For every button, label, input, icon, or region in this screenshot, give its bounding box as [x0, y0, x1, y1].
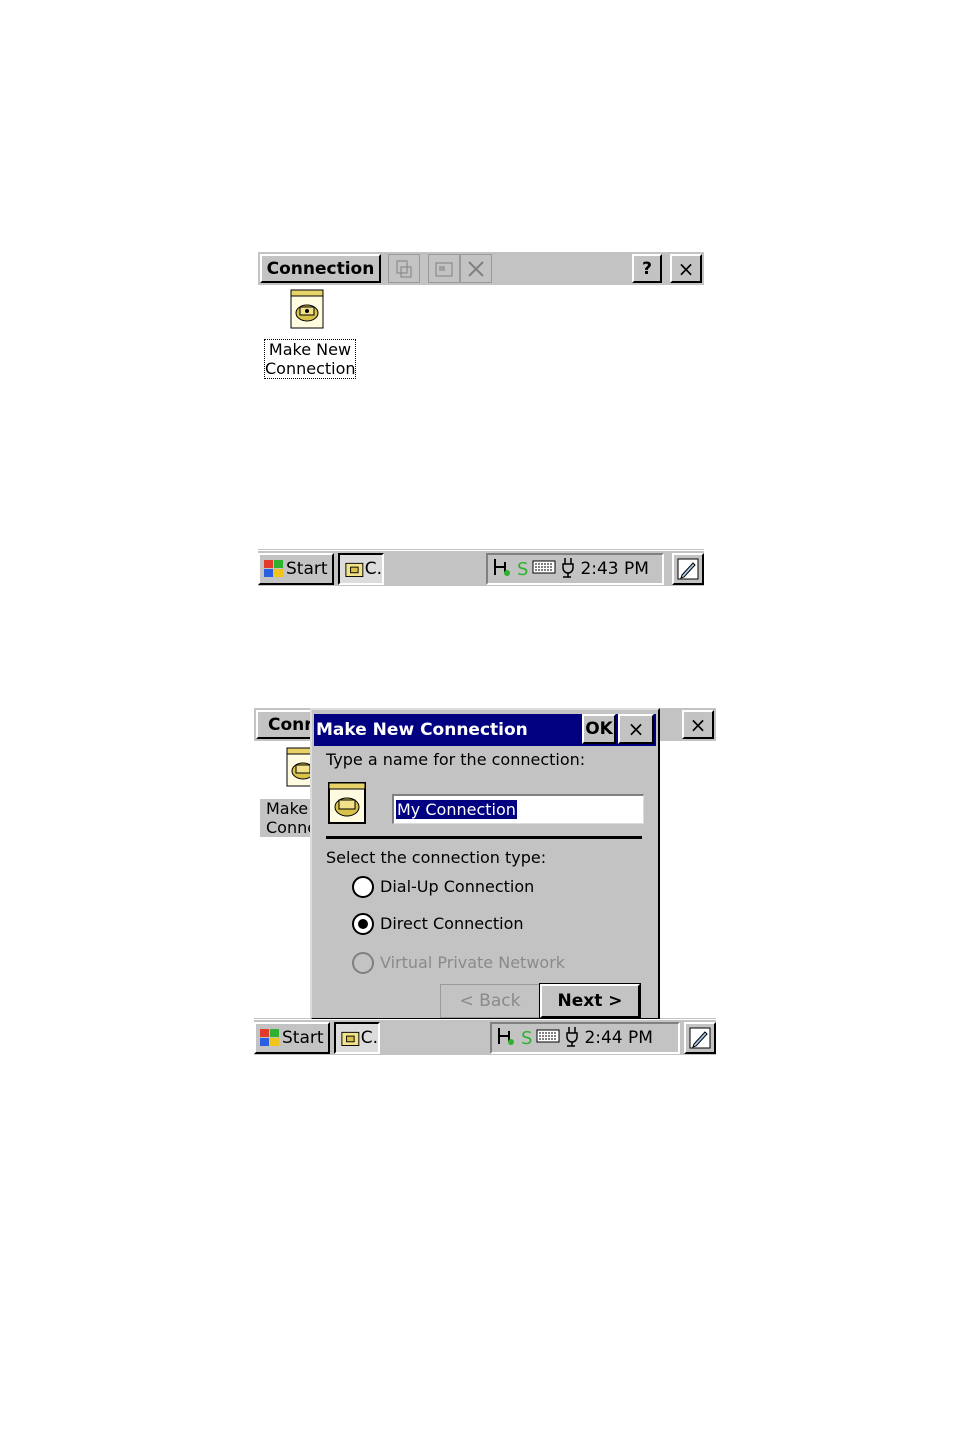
clock[interactable]: 2:43 PM	[580, 559, 649, 579]
tray-s-icon[interactable]: S	[517, 559, 528, 580]
folder-content: Make New Connection	[258, 285, 704, 549]
make-new-connection-dialog: Make New Connection OK × Type a name for…	[310, 708, 660, 1020]
next-label: Next >	[557, 991, 623, 1011]
radio-dial-up[interactable]	[352, 876, 374, 898]
divider	[326, 836, 642, 839]
screenshot-make-new-connection-dialog: Conr × Make Conne Make New Connection OK	[254, 708, 716, 1055]
radio-label-dial-up[interactable]: Dial-Up Connection	[380, 877, 534, 896]
command-bar: Connection ? ×	[258, 252, 704, 285]
delete-icon[interactable]	[460, 254, 492, 283]
task-button-connection[interactable]: C.	[334, 1022, 380, 1054]
icon-label-line1: Make New	[268, 340, 352, 359]
pen-icon	[689, 1027, 711, 1049]
close-icon: ×	[627, 717, 645, 741]
start-label: Start	[282, 1028, 324, 1048]
keyboard-icon[interactable]	[536, 1028, 560, 1048]
dialog-title: Make New Connection	[316, 720, 528, 740]
screenshot-connection-folder: Connection ? × Make New Connection Start…	[258, 252, 704, 586]
system-tray: S 2:43 PM	[486, 553, 664, 585]
app-title-button[interactable]: Conr	[256, 710, 316, 739]
taskbar: Start C. S 2:43 PM	[258, 550, 704, 586]
power-plug-icon[interactable]	[564, 1025, 580, 1052]
radio-label-vpn[interactable]: Virtual Private Network	[380, 953, 565, 972]
type-prompt: Select the connection type:	[326, 848, 547, 867]
task-button-connection[interactable]: C.	[338, 553, 384, 585]
close-icon: ×	[689, 712, 707, 737]
phone-folder-icon	[345, 562, 364, 578]
help-label: ?	[642, 258, 652, 279]
taskbar: Start C. S 2:44 PM	[254, 1019, 716, 1055]
start-button[interactable]: Start	[258, 553, 334, 585]
close-button[interactable]: ×	[682, 710, 714, 739]
start-button[interactable]: Start	[254, 1022, 330, 1054]
input-panel-button[interactable]	[684, 1022, 716, 1054]
connection-name-input[interactable]: My Connection	[392, 794, 644, 824]
task-label: C.	[364, 559, 382, 579]
app-title: Conr	[268, 714, 313, 735]
back-button[interactable]: < Back	[440, 984, 540, 1018]
close-button[interactable]: ×	[670, 254, 702, 283]
phone-folder-icon[interactable]	[288, 287, 328, 335]
name-prompt: Type a name for the connection:	[326, 750, 586, 769]
system-tray: S 2:44 PM	[490, 1022, 680, 1054]
dialog-close-button[interactable]: ×	[618, 714, 654, 744]
connect-icon[interactable]	[388, 254, 420, 283]
next-button[interactable]: Next >	[539, 983, 641, 1019]
clock[interactable]: 2:44 PM	[584, 1028, 653, 1048]
app-title: Connection	[266, 258, 375, 279]
network-icon[interactable]	[491, 556, 513, 583]
connection-name-value: My Connection	[396, 800, 517, 819]
back-label: < Back	[459, 991, 521, 1011]
input-panel-button[interactable]	[672, 553, 704, 585]
app-title-button[interactable]: Connection	[260, 254, 381, 283]
windows-flag-icon	[260, 1029, 279, 1046]
task-label: C.	[360, 1028, 378, 1048]
icon-label-line2: Connection	[265, 359, 356, 378]
phone-folder-icon	[341, 1031, 360, 1047]
radio-direct[interactable]	[352, 913, 374, 935]
windows-flag-icon	[264, 560, 283, 577]
make-new-connection-label[interactable]: Make New Connection	[264, 339, 356, 379]
keyboard-icon[interactable]	[532, 559, 556, 579]
radio-label-direct[interactable]: Direct Connection	[380, 914, 524, 933]
properties-icon[interactable]	[428, 254, 460, 283]
tray-s-icon[interactable]: S	[521, 1028, 532, 1049]
help-button[interactable]: ?	[632, 254, 662, 283]
close-icon: ×	[677, 256, 695, 281]
pen-icon	[677, 558, 699, 580]
network-icon[interactable]	[495, 1025, 517, 1052]
ok-button[interactable]: OK	[582, 714, 616, 744]
power-plug-icon[interactable]	[560, 556, 576, 583]
start-label: Start	[286, 559, 328, 579]
ok-label: OK	[585, 719, 613, 739]
phone-connection-icon	[326, 780, 370, 830]
radio-vpn[interactable]	[352, 952, 374, 974]
